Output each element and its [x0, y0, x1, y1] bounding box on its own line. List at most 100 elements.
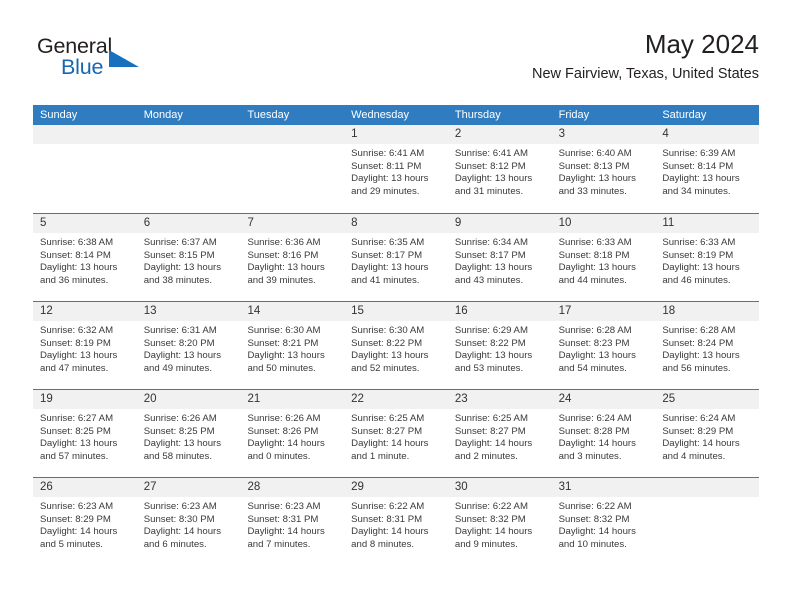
sunrise-time: Sunrise: 6:22 AM [454, 501, 528, 512]
daylight-duration-line1: Daylight: 14 hours [558, 526, 636, 538]
daylight-duration-line2: and 52 minutes. [351, 362, 420, 374]
calendar-day-cell[interactable]: 2 Sunrise: 6:41 AM Sunset: 8:12 PM Daylight… [447, 125, 552, 213]
day-details: Sunrise: 6:41 AM Sunset: 8:12 PM Daylight:… [448, 144, 552, 198]
day-number: 19 [40, 393, 53, 405]
calendar-day-cell[interactable]: 1 Sunrise: 6:41 AM Sunset: 8:11 PM Daylight… [344, 125, 448, 213]
calendar-day-cell[interactable]: 9 Sunrise: 6:34 AM Sunset: 8:17 PM Daylight… [447, 214, 552, 301]
calendar-day-cell[interactable]: 23 Sunrise: 6:25 AM Sunset: 8:27 PM Dayligh… [447, 390, 552, 477]
sunrise-time: Sunrise: 6:34 AM [454, 237, 528, 248]
day-number: 1 [351, 128, 358, 140]
calendar-day-cell[interactable]: 16 Sunrise: 6:29 AM Sunset: 8:22 PM Dayligh… [447, 302, 552, 389]
sunset-time: Sunset: 8:12 PM [454, 160, 526, 172]
sunrise-time: Sunrise: 6:41 AM [351, 148, 425, 159]
calendar-day-cell[interactable]: 22 Sunrise: 6:25 AM Sunset: 8:27 PM Dayligh… [344, 390, 448, 477]
day-number-band: 5 [33, 214, 137, 233]
calendar-day-cell[interactable]: 28 Sunrise: 6:23 AM Sunset: 8:31 PM Dayligh… [240, 478, 345, 565]
day-details [33, 144, 137, 148]
daylight-duration-line1: Daylight: 13 hours [558, 350, 636, 362]
daylight-duration-line1: Daylight: 13 hours [558, 173, 636, 185]
calendar-week-row: 26 Sunrise: 6:23 AM Sunset: 8:29 PM Dayligh… [33, 477, 760, 565]
sunset-time: Sunset: 8:19 PM [662, 249, 734, 261]
day-number-band: 17 [551, 302, 656, 321]
daylight-duration-line1: Daylight: 13 hours [40, 438, 118, 450]
calendar-day-cell[interactable]: 13 Sunrise: 6:31 AM Sunset: 8:20 PM Dayligh… [136, 302, 241, 389]
calendar-day-cell[interactable]: 21 Sunrise: 6:26 AM Sunset: 8:26 PM Dayligh… [240, 390, 345, 477]
calendar-day-cell[interactable]: 5 Sunrise: 6:38 AM Sunset: 8:14 PM Daylight… [33, 214, 137, 301]
calendar-day-cell[interactable]: 26 Sunrise: 6:23 AM Sunset: 8:29 PM Dayligh… [33, 478, 137, 565]
day-details: Sunrise: 6:23 AM Sunset: 8:31 PM Daylight:… [240, 497, 344, 551]
calendar-day-cell-empty [136, 125, 241, 213]
calendar-day-cell[interactable]: 19 Sunrise: 6:27 AM Sunset: 8:25 PM Dayligh… [33, 390, 137, 477]
calendar-day-cell[interactable]: 7 Sunrise: 6:36 AM Sunset: 8:16 PM Daylight… [240, 214, 345, 301]
calendar-day-cell-empty [655, 478, 760, 565]
sunrise-time: Sunrise: 6:41 AM [454, 148, 528, 159]
weekday-saturday: Saturday [662, 109, 707, 121]
general-blue-logo[interactable]: General Blue [33, 34, 233, 90]
day-details: Sunrise: 6:30 AM Sunset: 8:21 PM Daylight:… [240, 321, 344, 375]
daylight-duration-line2: and 7 minutes. [247, 538, 311, 550]
weekday-thursday: Thursday [454, 109, 501, 121]
day-number-band [655, 478, 760, 497]
sunset-time: Sunset: 8:26 PM [247, 425, 319, 437]
weekday-monday: Monday [143, 109, 183, 121]
calendar-day-cell[interactable]: 6 Sunrise: 6:37 AM Sunset: 8:15 PM Daylight… [136, 214, 241, 301]
calendar-day-cell[interactable]: 31 Sunrise: 6:22 AM Sunset: 8:32 PM Dayligh… [551, 478, 656, 565]
sunrise-time: Sunrise: 6:28 AM [662, 325, 736, 336]
day-number-band: 21 [240, 390, 345, 409]
day-number: 4 [662, 128, 669, 140]
sunset-time: Sunset: 8:32 PM [558, 513, 630, 525]
day-details: Sunrise: 6:36 AM Sunset: 8:16 PM Daylight:… [240, 233, 344, 287]
day-number: 8 [351, 217, 358, 229]
daylight-duration-line1: Daylight: 14 hours [351, 438, 429, 450]
calendar-day-cell[interactable]: 17 Sunrise: 6:28 AM Sunset: 8:23 PM Dayligh… [551, 302, 656, 389]
daylight-duration-line1: Daylight: 13 hours [247, 262, 325, 274]
calendar-day-cell[interactable]: 18 Sunrise: 6:28 AM Sunset: 8:24 PM Dayligh… [655, 302, 760, 389]
calendar-day-cell[interactable]: 4 Sunrise: 6:39 AM Sunset: 8:14 PM Daylight… [655, 125, 760, 213]
daylight-duration-line1: Daylight: 13 hours [454, 350, 533, 362]
sunrise-time: Sunrise: 6:37 AM [143, 237, 217, 248]
day-number-band: 31 [551, 478, 656, 497]
calendar-day-cell[interactable]: 8 Sunrise: 6:35 AM Sunset: 8:17 PM Daylight… [344, 214, 448, 301]
day-number-band: 27 [136, 478, 241, 497]
daylight-duration-line1: Daylight: 13 hours [454, 262, 533, 274]
day-details: Sunrise: 6:24 AM Sunset: 8:28 PM Daylight:… [552, 409, 656, 463]
day-details: Sunrise: 6:26 AM Sunset: 8:25 PM Daylight:… [137, 409, 241, 463]
day-details: Sunrise: 6:38 AM Sunset: 8:14 PM Daylight:… [33, 233, 137, 287]
calendar-day-cell[interactable]: 30 Sunrise: 6:22 AM Sunset: 8:32 PM Dayligh… [447, 478, 552, 565]
sunset-time: Sunset: 8:31 PM [247, 513, 319, 525]
sunrise-time: Sunrise: 6:39 AM [662, 148, 736, 159]
calendar-day-cell[interactable]: 25 Sunrise: 6:24 AM Sunset: 8:29 PM Dayligh… [655, 390, 760, 477]
calendar-day-cell[interactable]: 20 Sunrise: 6:26 AM Sunset: 8:25 PM Dayligh… [136, 390, 241, 477]
calendar-day-cell[interactable]: 12 Sunrise: 6:32 AM Sunset: 8:19 PM Dayligh… [33, 302, 137, 389]
calendar-day-cell[interactable]: 10 Sunrise: 6:33 AM Sunset: 8:18 PM Dayligh… [551, 214, 656, 301]
day-number-band: 1 [344, 125, 448, 144]
calendar-day-cell[interactable]: 11 Sunrise: 6:33 AM Sunset: 8:19 PM Dayligh… [655, 214, 760, 301]
calendar-grid: Sunday Monday Tuesday Wednesday Thursday… [33, 105, 760, 565]
sunset-time: Sunset: 8:28 PM [558, 425, 630, 437]
sunset-time: Sunset: 8:17 PM [351, 249, 423, 261]
calendar-day-cell[interactable]: 27 Sunrise: 6:23 AM Sunset: 8:30 PM Dayligh… [136, 478, 241, 565]
weekday-friday: Friday [558, 109, 590, 121]
day-number: 24 [558, 393, 572, 405]
sunrise-time: Sunrise: 6:25 AM [454, 413, 528, 424]
daylight-duration-line2: and 1 minute. [351, 450, 410, 462]
day-number-band: 19 [33, 390, 137, 409]
day-number-band: 4 [655, 125, 760, 144]
day-number: 11 [662, 217, 675, 229]
day-details: Sunrise: 6:37 AM Sunset: 8:15 PM Daylight:… [137, 233, 241, 287]
day-details: Sunrise: 6:23 AM Sunset: 8:29 PM Daylight:… [33, 497, 137, 551]
sunset-time: Sunset: 8:18 PM [558, 249, 630, 261]
daylight-duration-line1: Daylight: 13 hours [351, 350, 429, 362]
sunrise-time: Sunrise: 6:28 AM [558, 325, 632, 336]
day-number-band: 29 [344, 478, 448, 497]
day-number: 18 [662, 305, 676, 317]
sunrise-time: Sunrise: 6:25 AM [351, 413, 425, 424]
calendar-day-cell[interactable]: 14 Sunrise: 6:30 AM Sunset: 8:21 PM Dayligh… [240, 302, 345, 389]
calendar-day-cell[interactable]: 29 Sunrise: 6:22 AM Sunset: 8:31 PM Dayligh… [344, 478, 448, 565]
day-details: Sunrise: 6:28 AM Sunset: 8:24 PM Daylight:… [655, 321, 759, 375]
daylight-duration-line2: and 50 minutes. [247, 362, 316, 374]
day-number: 6 [143, 217, 151, 229]
calendar-day-cell[interactable]: 3 Sunrise: 6:40 AM Sunset: 8:13 PM Daylight… [551, 125, 656, 213]
calendar-day-cell[interactable]: 15 Sunrise: 6:30 AM Sunset: 8:22 PM Dayligh… [344, 302, 448, 389]
calendar-day-cell[interactable]: 24 Sunrise: 6:24 AM Sunset: 8:28 PM Dayligh… [551, 390, 656, 477]
